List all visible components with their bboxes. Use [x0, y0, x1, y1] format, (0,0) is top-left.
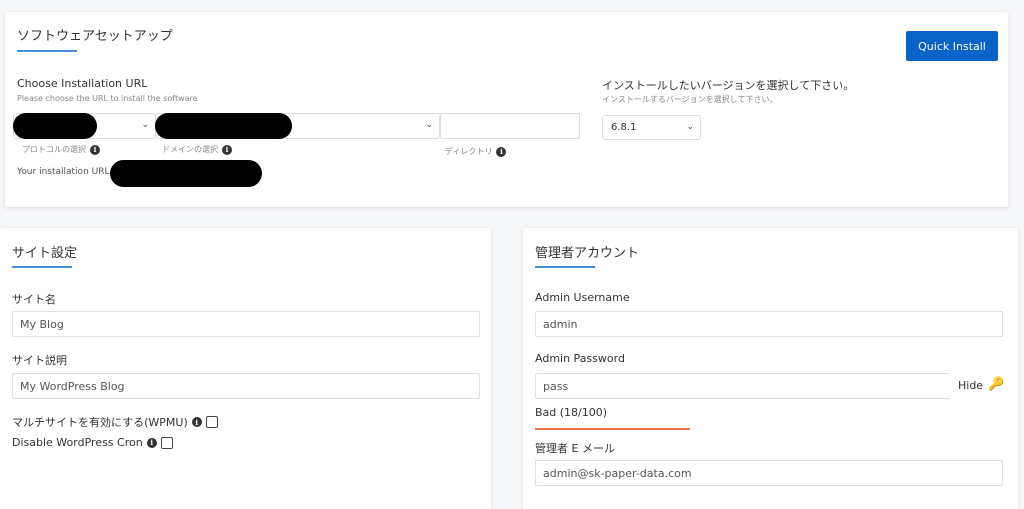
directory-input[interactable]: [440, 113, 580, 139]
multisite-row: マルチサイトを有効にする(WPMU) i: [12, 414, 218, 430]
cron-row: Disable WordPress Cron i: [12, 436, 173, 449]
software-setup-title: ソフトウェアセットアップ: [17, 29, 173, 44]
chevron-down-icon: ⌄: [686, 122, 694, 132]
site-name-label: サイト名: [12, 293, 56, 306]
domain-hint-label: ドメインの選択: [162, 145, 218, 154]
site-settings-card: [0, 228, 491, 509]
redacted-protocol: [13, 113, 97, 139]
admin-email-label: 管理者 E メール: [535, 442, 615, 455]
protocol-hint-label: プロトコルの選択: [22, 145, 86, 154]
choose-url-label: Choose Installation URL: [17, 77, 148, 90]
cron-label: Disable WordPress Cron: [12, 436, 143, 449]
password-strength-text: Bad (18/100): [535, 406, 608, 419]
directory-hint: ディレクトリ i: [445, 146, 507, 157]
software-setup-underline: [17, 50, 77, 52]
admin-account-title: 管理者アカウント: [535, 246, 640, 261]
version-select[interactable]: 6.8.1 ⌄: [602, 115, 701, 140]
version-label: インストールしたいバージョンを選択して下さい。: [602, 79, 855, 92]
admin-username-label: Admin Username: [535, 291, 630, 304]
version-value: 6.8.1: [611, 122, 637, 133]
redacted-url: [110, 160, 262, 187]
domain-hint: ドメインの選択 i: [162, 144, 232, 155]
admin-account-underline: [535, 266, 595, 268]
version-sub: インストールするバージョンを選択して下さい。: [602, 95, 778, 104]
password-strength-bar: [535, 428, 690, 430]
info-icon[interactable]: i: [146, 437, 157, 448]
site-settings-title: サイト設定: [12, 246, 78, 261]
admin-username-input[interactable]: admin: [535, 311, 1003, 337]
protocol-hint: プロトコルの選択 i: [22, 144, 100, 155]
hide-password-link[interactable]: Hide: [958, 379, 983, 392]
chevron-down-icon: ⌄: [425, 120, 433, 130]
redacted-domain: [155, 113, 292, 139]
multisite-label: マルチサイトを有効にする(WPMU): [12, 416, 188, 429]
info-icon[interactable]: i: [496, 146, 507, 157]
site-desc-input[interactable]: My WordPress Blog: [12, 373, 480, 399]
site-settings-underline: [12, 266, 72, 268]
quick-install-button[interactable]: Quick Install: [906, 31, 998, 61]
multisite-checkbox[interactable]: [205, 416, 218, 428]
cron-checkbox[interactable]: [160, 436, 173, 449]
admin-password-label: Admin Password: [535, 352, 625, 365]
info-icon[interactable]: i: [191, 417, 202, 427]
admin-email-input[interactable]: admin@sk-paper-data.com: [535, 460, 1003, 486]
site-name-input[interactable]: My Blog: [12, 311, 480, 337]
info-icon[interactable]: i: [90, 144, 100, 155]
info-icon[interactable]: i: [222, 144, 232, 155]
key-icon[interactable]: 🔑: [988, 377, 1004, 392]
your-url-label: Your installation URL: [17, 167, 110, 177]
choose-url-sub: Please choose the URL to install the sof…: [17, 94, 198, 103]
site-desc-label: サイト説明: [12, 354, 67, 367]
admin-password-input[interactable]: pass: [535, 373, 950, 399]
directory-hint-label: ディレクトリ: [445, 147, 493, 156]
chevron-down-icon: ⌄: [141, 120, 149, 130]
